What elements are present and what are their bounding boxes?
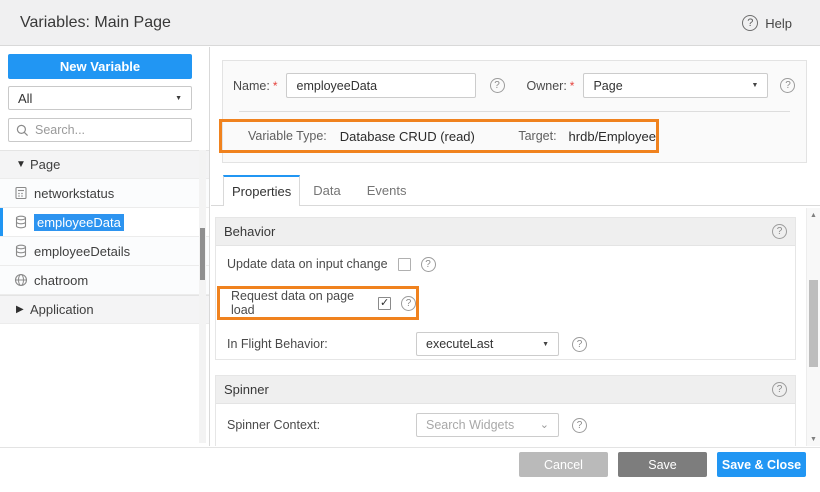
tree-group-application[interactable]: ▶ Application (0, 295, 209, 324)
globe-icon (14, 273, 28, 287)
search-icon (16, 124, 29, 137)
sidebar-scrollbar-thumb[interactable] (200, 228, 205, 280)
dialog-footer: Cancel Save Save & Close (0, 447, 820, 492)
search-box (8, 118, 192, 142)
caret-right-icon: ▶ (16, 304, 30, 315)
spinner-context-help-icon[interactable]: ? (572, 418, 587, 433)
request-on-load-help-icon[interactable]: ? (401, 296, 416, 311)
in-flight-select[interactable]: executeLast ▼ (416, 332, 559, 356)
save-button[interactable]: Save (618, 452, 707, 477)
search-input[interactable] (35, 123, 175, 137)
caret-down-icon: ▼ (16, 159, 30, 170)
variable-type-value: Database CRUD (read) (340, 129, 475, 144)
dialog-header: Variables: Main Page ? Help (0, 0, 820, 46)
request-on-load-checkbox[interactable] (378, 297, 391, 310)
new-variable-button[interactable]: New Variable (8, 54, 192, 79)
database-icon (14, 244, 28, 258)
in-flight-label: In Flight Behavior: (227, 337, 416, 351)
properties-content: Behavior ? Update data on input change ?… (211, 206, 820, 446)
variables-dialog: Variables: Main Page ? Help New Variable… (0, 0, 820, 492)
variables-sidebar: New Variable All ▼ ▼ Page networkstatus (0, 47, 210, 446)
scroll-up-arrow-icon[interactable]: ▲ (807, 209, 820, 221)
required-asterisk: * (570, 79, 575, 93)
chevron-down-icon: ▼ (542, 341, 549, 348)
scroll-down-arrow-icon[interactable]: ▼ (807, 433, 820, 445)
chevron-down-icon: ▼ (175, 95, 182, 102)
chevron-down-icon: ▼ (752, 82, 759, 89)
name-help-icon[interactable]: ? (490, 78, 505, 93)
name-label: Name: (233, 79, 270, 93)
content-scrollbar[interactable]: ▲ ▼ (806, 208, 820, 446)
behavior-section: Behavior ? Update data on input change ?… (215, 217, 796, 360)
variables-tree: ▼ Page networkstatus employeeData emplo (0, 150, 209, 324)
tab-properties[interactable]: Properties (223, 175, 300, 206)
owner-help-icon[interactable]: ? (780, 78, 795, 93)
owner-label: Owner: (527, 79, 567, 93)
target-label: Target: (518, 129, 556, 143)
summary-divider (239, 111, 790, 112)
target-value: hrdb/Employee (569, 129, 656, 144)
tree-item-networkstatus[interactable]: networkstatus (0, 179, 209, 208)
variable-filter-select[interactable]: All ▼ (8, 86, 192, 110)
name-field[interactable] (286, 73, 476, 98)
update-on-input-checkbox[interactable] (398, 258, 411, 271)
update-on-input-help-icon[interactable]: ? (421, 257, 436, 272)
variable-type-label: Variable Type: (248, 129, 327, 143)
variable-type-highlight-box: Variable Type: Database CRUD (read) Targ… (219, 119, 659, 153)
sidebar-scrollbar-track[interactable] (199, 150, 206, 443)
behavior-section-title: Behavior (224, 224, 275, 239)
tab-events[interactable]: Events (354, 175, 420, 205)
in-flight-help-icon[interactable]: ? (572, 337, 587, 352)
in-flight-selected-value: executeLast (426, 337, 493, 351)
tab-data[interactable]: Data (300, 175, 353, 205)
help-question-icon: ? (742, 15, 758, 31)
tree-group-page[interactable]: ▼ Page (0, 150, 209, 179)
variable-summary-box: Name: * ? Owner: * Page ▼ ? Variable Typ… (222, 60, 807, 163)
update-on-input-label: Update data on input change (227, 257, 388, 271)
required-asterisk: * (273, 79, 278, 93)
owner-select[interactable]: Page ▼ (583, 73, 768, 98)
scrollbar-thumb[interactable] (809, 280, 818, 367)
page-title: Variables: Main Page (20, 14, 171, 32)
device-icon (14, 186, 28, 200)
detail-tabbar: Properties Data Events (211, 175, 820, 206)
spinner-help-icon[interactable]: ? (772, 382, 787, 397)
spinner-context-placeholder: Search Widgets (426, 418, 514, 432)
tree-item-employeedetails[interactable]: employeeDetails (0, 237, 209, 266)
spinner-section-title: Spinner (224, 382, 269, 397)
help-label: Help (765, 16, 792, 31)
database-icon (14, 215, 28, 229)
spinner-context-select[interactable]: Search Widgets ⌄ (416, 413, 559, 437)
request-on-load-label: Request data on page load (231, 289, 368, 317)
filter-selected-value: All (18, 91, 32, 106)
tree-item-employeedata[interactable]: employeeData (0, 208, 209, 237)
variable-detail-panel: Name: * ? Owner: * Page ▼ ? Variable Typ… (211, 47, 820, 446)
tree-item-chatroom[interactable]: chatroom (0, 266, 209, 295)
chevron-down-icon: ⌄ (540, 421, 549, 429)
save-close-button[interactable]: Save & Close (717, 452, 806, 477)
help-button[interactable]: ? Help (742, 0, 792, 46)
spinner-context-label: Spinner Context: (227, 418, 416, 432)
behavior-help-icon[interactable]: ? (772, 224, 787, 239)
owner-selected-value: Page (593, 79, 622, 93)
spinner-section: Spinner ? Spinner Context: Search Widget… (215, 375, 796, 446)
cancel-button[interactable]: Cancel (519, 452, 608, 477)
request-on-load-highlight-box: Request data on page load ? (217, 286, 419, 320)
